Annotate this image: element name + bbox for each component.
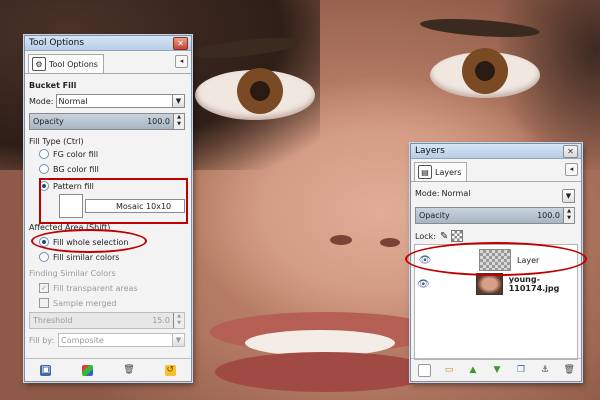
reset-icon[interactable]: ↺: [164, 364, 176, 376]
threshold-row: Threshold 15.0 ▲ ▼: [29, 312, 185, 329]
threshold-spin-icon[interactable]: ▲ ▼: [173, 313, 184, 328]
layers-tab-icon: ▤: [418, 165, 432, 179]
chevron-down-icon: ▼: [172, 334, 184, 346]
affected-area-similar[interactable]: Fill similar colors: [39, 252, 185, 262]
lower-lip: [215, 352, 435, 392]
opacity-label: Opacity: [33, 117, 64, 126]
new-layer-icon[interactable]: [417, 363, 431, 377]
mode-select[interactable]: Normal ▼: [55, 94, 185, 108]
layers-opacity-row: Opacity 100.0 ▲ ▼: [415, 207, 575, 224]
lock-label: Lock:: [415, 231, 436, 241]
chevron-down-icon: ▼: [562, 190, 574, 202]
close-icon[interactable]: ✕: [173, 37, 188, 50]
save-preset-icon[interactable]: ▣: [40, 364, 52, 376]
close-icon[interactable]: ✕: [563, 145, 578, 158]
mode-value: Normal: [58, 96, 88, 106]
fill-type-label: Fill Type (Ctrl): [29, 137, 84, 146]
chevron-down-icon: ▼: [172, 95, 184, 107]
lock-pixels-icon[interactable]: ✎: [440, 231, 448, 242]
tab-tool-options[interactable]: ⚙ Tool Options: [28, 54, 104, 73]
tab-layers[interactable]: ▤ Layers: [414, 162, 468, 181]
duplicate-layer-icon[interactable]: ❐: [516, 365, 527, 376]
layers-mode-label: Mode:: [415, 189, 440, 198]
fill-type-bg[interactable]: BG color fill: [39, 164, 185, 174]
radio-fill-similar-colors[interactable]: [39, 252, 49, 262]
delete-preset-icon[interactable]: 🗑: [123, 365, 134, 376]
tool-options-tab-row: ⚙ Tool Options ◂: [25, 51, 191, 74]
threshold-value: 15.0: [152, 316, 170, 325]
highlight-fill-whole-selection: [31, 229, 147, 253]
layers-mode-row: Mode: Normal ▼: [415, 189, 575, 203]
sample-merged-label: Sample merged: [53, 298, 117, 308]
opacity-row: Opacity 100.0 ▲ ▼: [29, 113, 185, 130]
opacity-value: 100.0: [147, 117, 170, 126]
restore-preset-icon[interactable]: [81, 364, 93, 376]
layers-opacity-spin-icon[interactable]: ▲ ▼: [563, 208, 574, 223]
eye-icon[interactable]: 👁: [415, 279, 432, 290]
tab-menu-icon[interactable]: ◂: [565, 163, 578, 176]
radio-fg-color-fill[interactable]: [39, 149, 49, 159]
layers-opacity-value: 100.0: [537, 211, 560, 220]
layers-titlebar[interactable]: Layers ✕: [411, 144, 581, 159]
layer-thumbnail: [475, 273, 503, 295]
lower-layer-icon[interactable]: ▼: [492, 365, 503, 376]
layers-tab-row: ▤ Layers ◂: [411, 159, 581, 182]
mode-label: Mode:: [29, 96, 54, 106]
tool-options-title: Tool Options: [29, 38, 85, 48]
new-group-icon[interactable]: ▭: [444, 365, 455, 376]
fill-by-value: Composite: [61, 335, 104, 345]
lock-row: Lock: ✎: [415, 230, 575, 242]
fill-by-label: Fill by:: [29, 335, 55, 345]
fill-by-select[interactable]: Composite ▼: [58, 333, 185, 347]
tool-name: Bucket Fill: [29, 81, 77, 90]
sample-merged-row[interactable]: Sample merged: [39, 298, 185, 308]
tab-menu-icon[interactable]: ◂: [175, 55, 188, 68]
fill-by-row: Fill by: Composite ▼: [29, 333, 185, 347]
layer-row[interactable]: 👁 young-110174.jpg: [415, 273, 577, 295]
layers-opacity-slider[interactable]: Opacity 100.0 ▲ ▼: [415, 207, 575, 224]
left-iris: [237, 68, 283, 114]
raise-layer-icon[interactable]: ▲: [468, 365, 479, 376]
fill-type-bg-label: BG color fill: [53, 164, 99, 174]
anchor-layer-icon[interactable]: ⚓: [540, 365, 551, 376]
fill-transparent-label: Fill transparent areas: [53, 283, 138, 293]
threshold-label: Threshold: [33, 316, 73, 325]
highlight-pattern-fill: [39, 178, 188, 224]
fill-type-fg[interactable]: FG color fill: [39, 149, 185, 159]
right-iris: [462, 48, 508, 94]
layers-mode-select[interactable]: ▼: [562, 189, 575, 203]
tool-options-dock: Tool Options ✕ ⚙ Tool Options ◂ Bucket F…: [24, 35, 192, 382]
threshold-slider[interactable]: Threshold 15.0 ▲ ▼: [29, 312, 185, 329]
tool-options-tab-icon: ⚙: [32, 57, 46, 71]
sample-merged-checkbox[interactable]: [39, 298, 49, 308]
tab-layers-label: Layers: [435, 167, 462, 177]
fill-type-fg-label: FG color fill: [53, 149, 99, 159]
opacity-slider[interactable]: Opacity 100.0 ▲ ▼: [29, 113, 185, 130]
finding-similar-label: Finding Similar Colors: [29, 269, 116, 278]
mode-row: Mode: Normal ▼: [29, 94, 185, 108]
tool-options-bottom-bar: ▣ 🗑 ↺: [25, 358, 191, 381]
radio-bg-color-fill[interactable]: [39, 164, 49, 174]
layers-dock: Layers ✕ ▤ Layers ◂ Mode: Normal ▼ Opaci…: [405, 143, 587, 382]
highlight-layer-row: [405, 242, 587, 276]
nostril-left: [330, 235, 352, 245]
opacity-spin-icon[interactable]: ▲ ▼: [173, 114, 184, 129]
nostril-right: [380, 238, 400, 247]
delete-layer-icon[interactable]: 🗑: [564, 365, 575, 376]
layer-name: young-110174.jpg: [508, 275, 560, 293]
layers-opacity-label: Opacity: [419, 211, 450, 220]
layers-mode-value: Normal: [441, 189, 471, 198]
lock-alpha-icon[interactable]: [451, 230, 464, 242]
tool-options-titlebar[interactable]: Tool Options ✕: [25, 36, 191, 51]
layers-bottom-bar: ▭ ▲ ▼ ❐ ⚓ 🗑: [411, 358, 581, 381]
fill-similar-colors-label: Fill similar colors: [53, 252, 120, 262]
tab-tool-options-label: Tool Options: [49, 59, 98, 69]
fill-transparent-row[interactable]: ✓ Fill transparent areas: [39, 283, 185, 293]
layers-title: Layers: [415, 146, 445, 156]
fill-transparent-checkbox[interactable]: ✓: [39, 283, 49, 293]
